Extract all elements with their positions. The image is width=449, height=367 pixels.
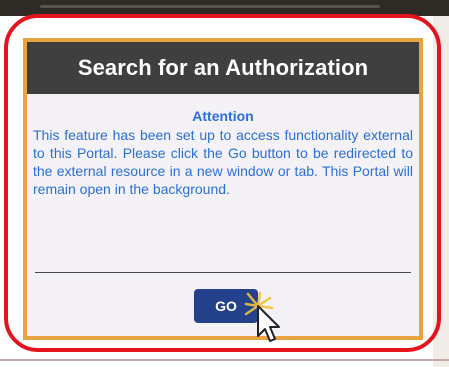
- modal-divider: [35, 272, 411, 273]
- screenshot-stage: Search for an Authorization Attention Th…: [0, 0, 449, 367]
- authorization-modal: Search for an Authorization Attention Th…: [23, 38, 423, 340]
- background-page-header: [0, 0, 449, 16]
- attention-message: This feature has been set up to access f…: [33, 127, 413, 197]
- modal-body: Attention This feature has been set up t…: [27, 94, 419, 336]
- background-page-edge: [433, 16, 449, 367]
- attention-heading: Attention: [192, 108, 254, 124]
- go-button[interactable]: GO: [194, 289, 258, 323]
- background-page-divider: [0, 359, 449, 361]
- modal-header: Search for an Authorization: [27, 42, 419, 94]
- modal-title: Search for an Authorization: [77, 55, 369, 80]
